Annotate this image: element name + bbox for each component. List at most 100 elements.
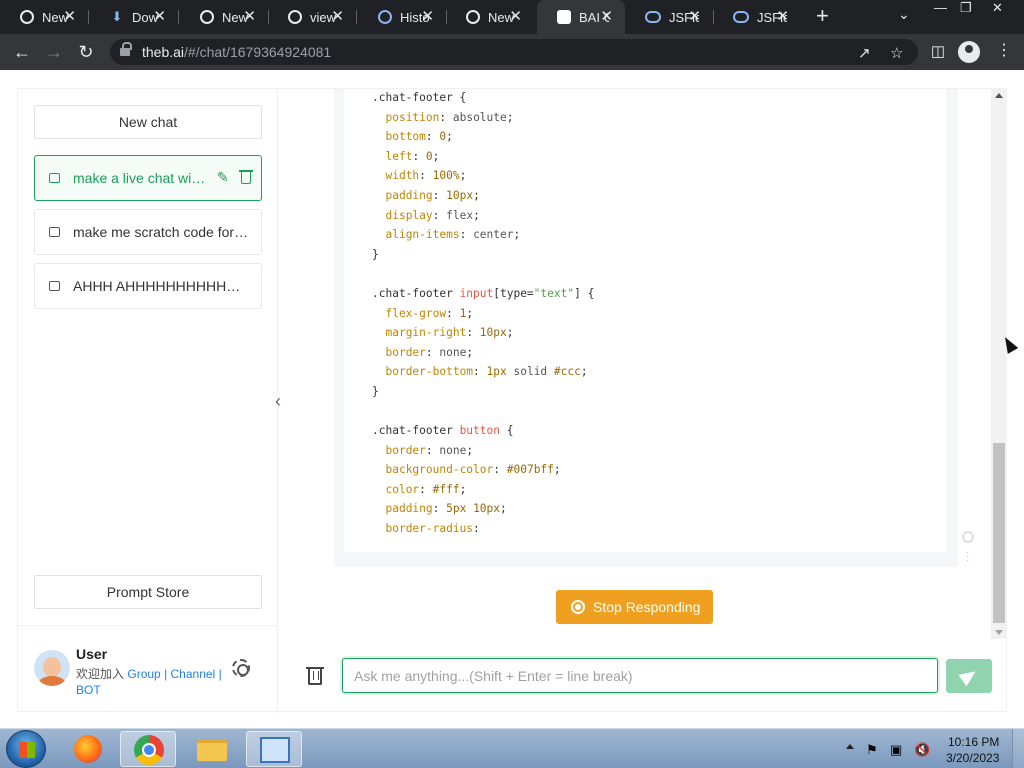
chrome-icon <box>134 735 164 765</box>
prompt-store-button[interactable]: Prompt Store <box>34 575 262 609</box>
channel-link[interactable]: Channel <box>171 667 216 681</box>
sidebar: New chat make a live chat with html css … <box>18 89 278 713</box>
back-button[interactable]: ← <box>10 40 34 64</box>
tab-close-icon[interactable]: ✕ <box>63 9 76 24</box>
taskbar-firefox[interactable] <box>60 731 116 767</box>
taskbar-control-panel[interactable] <box>246 731 302 767</box>
taskbar-explorer[interactable] <box>184 731 240 767</box>
code-line: } <box>372 247 379 261</box>
code-line: border-radius: <box>385 522 480 536</box>
browser-tab[interactable]: view ✕ <box>268 0 356 34</box>
chat-bubble-icon <box>49 281 60 291</box>
browser-menu-icon[interactable]: ⋮ <box>996 41 1012 61</box>
settings-gear-icon[interactable] <box>232 659 250 677</box>
join-text: 欢迎加入 <box>76 667 125 681</box>
scroll-up-arrow-icon[interactable] <box>995 93 1003 98</box>
url-path: /#/chat/1679364924081 <box>184 44 332 60</box>
code-line: border: none; <box>385 345 474 359</box>
restore-window-icon[interactable]: ❐ <box>960 0 972 18</box>
browser-tab[interactable]: New ✕ <box>0 0 88 34</box>
chat-list-item[interactable]: AHHH AHHHHHHHHHHHHHHHH <box>34 263 262 309</box>
new-chat-button[interactable]: New chat <box>34 105 262 139</box>
code-line: margin-right: 10px; <box>385 326 514 340</box>
user-name: User <box>76 646 108 662</box>
chrome-icon <box>200 10 214 24</box>
browser-tab[interactable]: Histo ✕ <box>358 0 446 34</box>
bot-link[interactable]: BOT <box>76 683 101 697</box>
stop-responding-label: Stop Responding <box>593 599 701 615</box>
address-bar[interactable]: theb.ai/#/chat/1679364924081 ↗ ☆ <box>110 39 918 65</box>
browser-tab[interactable]: JSFid ✕ <box>625 0 713 34</box>
tab-close-icon[interactable]: ✕ <box>776 9 789 24</box>
browser-tab[interactable]: ⬇ Dow ✕ <box>90 0 178 34</box>
send-button[interactable] <box>946 659 992 693</box>
send-icon <box>958 665 980 687</box>
code-line: flex-grow: 1; <box>385 306 474 320</box>
chat-input[interactable] <box>342 658 938 693</box>
scrollbar-thumb[interactable] <box>993 443 1005 623</box>
tab-close-icon[interactable]: ✕ <box>509 9 522 24</box>
stop-responding-button[interactable]: Stop Responding <box>556 590 713 624</box>
browser-tab[interactable]: JSFid ✕ <box>713 0 801 34</box>
browser-tab[interactable]: New ✕ <box>180 0 268 34</box>
chat-list-item[interactable]: make a live chat with html css and javas… <box>34 155 262 201</box>
code-line: color: #fff; <box>385 482 467 496</box>
link-separator: | <box>218 667 222 681</box>
network-icon[interactable]: ▣ <box>890 742 904 757</box>
chat-list-item[interactable]: make me scratch code for a game <box>34 209 262 255</box>
code-line: border-bottom: 1px solid #ccc; <box>385 365 588 379</box>
tray-expand-icon[interactable] <box>846 744 854 749</box>
clear-chat-trash-icon[interactable] <box>306 667 324 685</box>
tab-close-icon[interactable]: ✕ <box>331 9 344 24</box>
group-link[interactable]: Group <box>127 667 160 681</box>
history-icon <box>378 10 392 24</box>
url-text: theb.ai/#/chat/1679364924081 <box>142 44 331 60</box>
action-center-flag-icon[interactable]: ⚑ <box>866 742 880 757</box>
delete-icon[interactable] <box>239 170 253 184</box>
start-button[interactable] <box>6 730 46 768</box>
chrome-icon <box>288 10 302 24</box>
clock-time[interactable]: 10:16 PM <box>948 735 999 749</box>
firefox-icon <box>74 735 102 763</box>
chat-scrollbar[interactable] <box>991 89 1007 639</box>
browser-tab[interactable]: New ✕ <box>446 0 534 34</box>
tab-close-icon[interactable]: ✕ <box>153 9 166 24</box>
code-line: left: 0; <box>385 149 440 163</box>
taskbar-chrome[interactable] <box>120 731 176 767</box>
tab-close-icon[interactable]: ✕ <box>600 9 613 24</box>
page-viewport: New chat make a live chat with html css … <box>0 70 1024 728</box>
browser-tab[interactable]: BAI C ✕ <box>537 0 625 34</box>
profile-icon[interactable] <box>958 41 980 63</box>
code-line: border: none; <box>385 443 474 457</box>
scroll-down-arrow-icon[interactable] <box>995 630 1003 635</box>
forward-button[interactable]: → <box>42 40 66 64</box>
reload-button[interactable]: ↻ <box>74 40 98 64</box>
new-tab-plus-icon[interactable]: + <box>816 5 829 27</box>
stop-icon <box>571 600 585 614</box>
more-options-icon[interactable]: · · · <box>966 548 970 566</box>
bookmark-star-icon[interactable]: ☆ <box>890 44 903 62</box>
tab-close-icon[interactable]: ✕ <box>688 9 701 24</box>
user-panel: User 欢迎加入 Group | Channel | BOT <box>18 625 277 713</box>
tab-search-chevron-icon[interactable]: ⌄ <box>898 6 910 23</box>
chat-bubble-icon <box>49 227 60 237</box>
share-icon[interactable]: ↗ <box>858 44 871 62</box>
code-line: .chat-footer button { <box>372 424 514 438</box>
minimize-window-icon[interactable]: — <box>934 0 947 18</box>
code-line: padding: 5px 10px; <box>385 502 507 516</box>
clock-date[interactable]: 3/20/2023 <box>946 751 999 765</box>
show-desktop-button[interactable] <box>1012 729 1024 768</box>
url-host: theb.ai <box>142 44 185 60</box>
tab-close-icon[interactable]: ✕ <box>421 9 434 24</box>
edit-icon[interactable]: ✎ <box>217 169 229 186</box>
chat-title: AHHH AHHHHHHHHHHHHHHHH <box>73 278 249 294</box>
chrome-icon <box>20 10 34 24</box>
chat-app: New chat make a live chat with html css … <box>17 88 1007 713</box>
chat-title: make a live chat with html css and javas… <box>73 170 209 186</box>
side-panel-icon[interactable]: ◫ <box>926 40 950 64</box>
close-window-icon[interactable]: ✕ <box>992 0 1003 18</box>
tab-close-icon[interactable]: ✕ <box>243 9 256 24</box>
volume-muted-icon[interactable]: 🔇 <box>914 742 930 757</box>
code-line: } <box>372 384 379 398</box>
